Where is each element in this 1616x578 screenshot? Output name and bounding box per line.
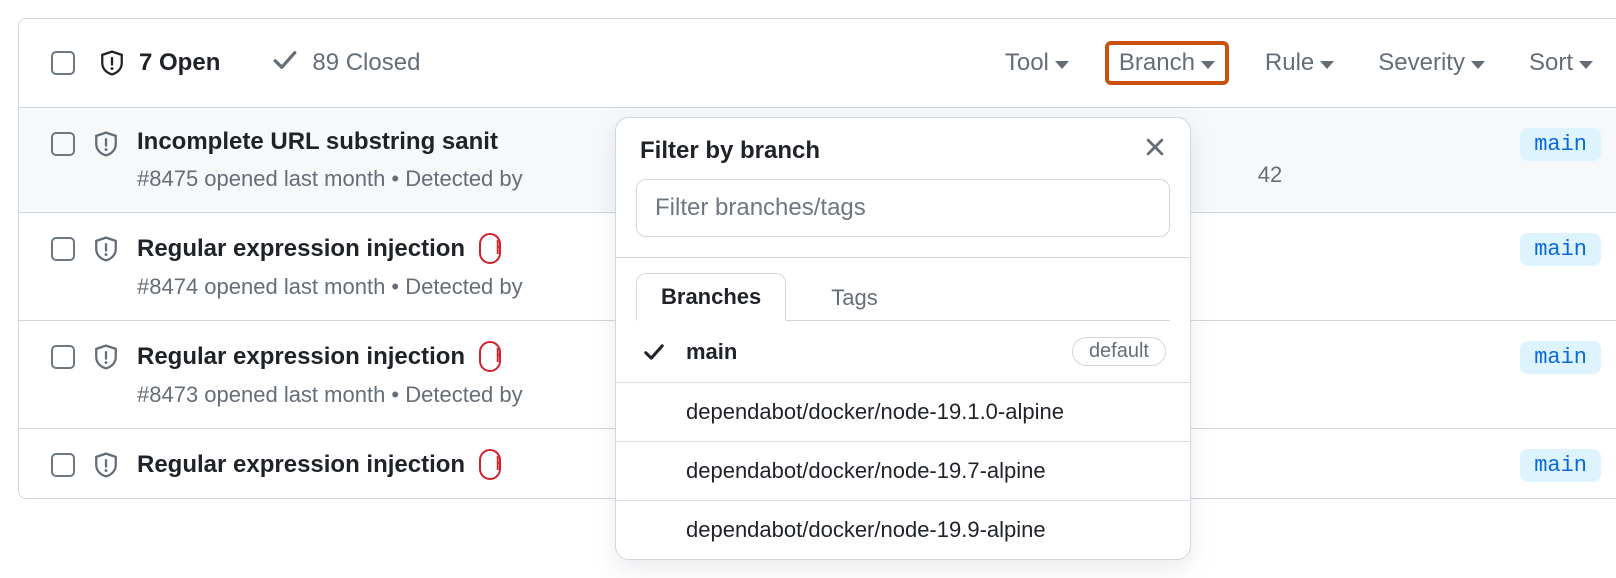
closed-filter[interactable]: 89 Closed xyxy=(272,47,420,80)
branch-name: main xyxy=(686,339,737,365)
shield-alert-icon xyxy=(93,451,119,479)
alert-meta: #8473 opened last month • Detected by xyxy=(137,382,597,408)
filter-branch[interactable]: Branch xyxy=(1105,41,1229,85)
alert-title: Regular expression injection xyxy=(137,343,465,371)
alert-checkbox[interactable] xyxy=(51,453,75,477)
open-count-label: 7 Open xyxy=(139,49,220,77)
branch-item[interactable]: dependabot/docker/node-19.9-alpine xyxy=(616,501,1190,559)
alert-checkbox[interactable] xyxy=(51,132,75,156)
filter-severity[interactable]: Severity xyxy=(1370,45,1493,81)
branch-filter-popup: Filter by branch Branches Tags main xyxy=(615,117,1191,560)
check-icon xyxy=(272,47,298,80)
severity-pill: H xyxy=(479,341,501,372)
shield-alert-icon xyxy=(93,130,119,158)
closed-count-label: 89 Closed xyxy=(312,49,420,77)
default-badge: default xyxy=(1072,337,1166,366)
severity-pill: H xyxy=(479,233,501,264)
caret-down-icon xyxy=(1055,61,1069,69)
popup-title: Filter by branch xyxy=(640,137,820,165)
popup-header: Filter by branch xyxy=(616,118,1190,179)
branch-filter-input[interactable] xyxy=(636,179,1170,237)
caret-down-icon xyxy=(1579,61,1593,69)
list-header: 7 Open 89 Closed Tool Branch Rule xyxy=(19,19,1616,108)
branch-name: dependabot/docker/node-19.1.0-alpine xyxy=(686,399,1064,425)
severity-pill: H xyxy=(479,449,501,480)
caret-down-icon xyxy=(1201,61,1215,69)
meta-trail: 42 xyxy=(1258,162,1282,188)
check-icon xyxy=(640,341,668,363)
shield-alert-icon xyxy=(93,343,119,371)
branch-name: dependabot/docker/node-19.7-alpine xyxy=(686,458,1046,484)
branch-badge: main xyxy=(1520,233,1601,266)
shield-alert-icon xyxy=(93,235,119,263)
alert-meta: #8474 opened last month • Detected by xyxy=(137,274,597,300)
alert-checkbox[interactable] xyxy=(51,345,75,369)
alerts-panel: 7 Open 89 Closed Tool Branch Rule xyxy=(18,18,1616,499)
branch-badge: main xyxy=(1520,341,1601,374)
tab-tags[interactable]: Tags xyxy=(806,274,902,321)
shield-alert-icon xyxy=(99,49,125,77)
open-filter[interactable]: 7 Open xyxy=(99,49,220,77)
branch-item[interactable]: dependabot/docker/node-19.7-alpine xyxy=(616,442,1190,501)
alert-title: Regular expression injection xyxy=(137,235,465,263)
branch-name: dependabot/docker/node-19.9-alpine xyxy=(686,517,1046,543)
branch-badge: main xyxy=(1520,449,1601,482)
caret-down-icon xyxy=(1471,61,1485,69)
branch-list[interactable]: main default dependabot/docker/node-19.1… xyxy=(616,321,1190,559)
filter-sort[interactable]: Sort xyxy=(1521,45,1601,81)
close-icon[interactable] xyxy=(1144,136,1166,165)
tab-branches[interactable]: Branches xyxy=(636,273,786,321)
filter-tool[interactable]: Tool xyxy=(997,45,1077,81)
filter-rule[interactable]: Rule xyxy=(1257,45,1342,81)
alert-title: Incomplete URL substring sanit xyxy=(137,128,498,156)
branch-badge: main xyxy=(1520,128,1601,161)
caret-down-icon xyxy=(1320,61,1334,69)
alert-meta: #8475 opened last month • Detected by xyxy=(137,166,597,192)
branch-item[interactable]: dependabot/docker/node-19.1.0-alpine xyxy=(616,383,1190,442)
branch-item[interactable]: main default xyxy=(616,321,1190,383)
select-all-checkbox[interactable] xyxy=(51,51,75,75)
alert-checkbox[interactable] xyxy=(51,237,75,261)
alert-title: Regular expression injection xyxy=(137,451,465,479)
